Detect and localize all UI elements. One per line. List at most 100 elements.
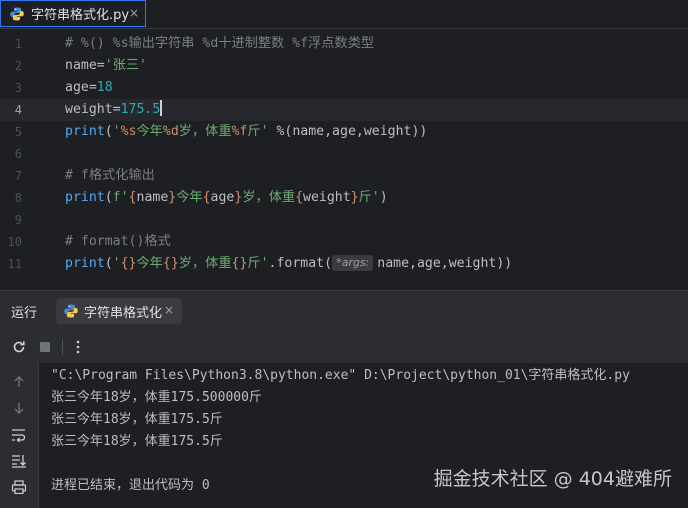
code-text: print('{}今年{}岁，体重{}斤'.format(*args: name,… xyxy=(65,253,512,275)
code-token: ( xyxy=(104,190,113,205)
more-options-icon[interactable] xyxy=(68,337,88,357)
run-side-toolbar xyxy=(0,363,39,508)
editor-tab-label: 字符串格式化.py xyxy=(31,8,130,23)
line-number: 4 xyxy=(14,103,22,117)
line-number: 11 xyxy=(7,257,22,271)
console-line: 进程已结束，退出代码为 0 xyxy=(51,478,210,493)
toolbar-divider xyxy=(62,339,63,355)
code-token: 175.5 xyxy=(120,102,161,117)
code-line[interactable]: 3 age=18 xyxy=(0,77,688,99)
code-token: %s xyxy=(120,124,137,139)
code-token: .format( xyxy=(268,256,333,271)
code-token: { xyxy=(128,190,137,205)
python-file-icon xyxy=(9,6,25,22)
print-icon[interactable] xyxy=(9,477,29,497)
soft-wrap-icon[interactable] xyxy=(9,425,29,445)
code-token: print xyxy=(65,124,105,139)
code-token: %f xyxy=(231,124,248,139)
run-config-tab-label: 字符串格式化 xyxy=(84,305,163,321)
console-output[interactable]: 进程已结束，退出代码为 0 张三今年18岁，体重175.5斤 张三今年18岁，体重1… xyxy=(39,363,688,508)
code-line[interactable]: 2 name='张三' xyxy=(0,55,688,77)
run-panel-title[interactable]: 运行 xyxy=(11,302,37,321)
code-token: {} xyxy=(120,256,137,271)
code-token: ' xyxy=(112,124,121,139)
run-panel-body: 进程已结束，退出代码为 0 张三今年18岁，体重175.5斤 张三今年18岁，体重1… xyxy=(0,363,688,508)
code-text: print('%s今年%d岁，体重%f斤' %(name,age,weight)… xyxy=(65,121,427,143)
code-editor[interactable]: 1 # %() %s输出字符串 %d十进制整数 %f浮点数类型 2 name='张三'… xyxy=(0,29,688,286)
code-token: name,age,weight)) xyxy=(377,256,513,271)
code-token: 斤' xyxy=(358,190,380,205)
scroll-down-icon[interactable] xyxy=(9,398,29,418)
code-token: f' xyxy=(112,190,129,205)
code-token: 18 xyxy=(96,80,113,95)
code-line[interactable]: 7 # f格式化输出 xyxy=(0,165,688,187)
code-token: 今年 xyxy=(136,124,163,139)
close-icon[interactable]: × xyxy=(129,6,139,20)
line-number: 2 xyxy=(14,59,22,73)
code-text: print(f'{name}今年{age}岁，体重{weight}斤') xyxy=(65,187,388,209)
line-number: 10 xyxy=(7,235,22,249)
code-token: # format()格式 xyxy=(65,234,171,249)
code-text: # %() %s输出字符串 %d十进制整数 %f浮点数类型 xyxy=(65,33,374,55)
code-text: name='张三' xyxy=(65,55,147,77)
stop-icon[interactable] xyxy=(35,337,55,357)
code-text: # f格式化输出 xyxy=(65,165,155,187)
line-number: 7 xyxy=(14,169,22,183)
rerun-icon[interactable] xyxy=(9,337,29,357)
code-token: 今年 xyxy=(176,190,203,205)
run-config-tab[interactable]: 字符串格式化 × xyxy=(56,298,182,324)
editor-tab-active[interactable]: 字符串格式化.py × xyxy=(0,0,146,27)
editor-tab-bar: 字符串格式化.py × xyxy=(0,0,688,29)
code-token: 斤' xyxy=(247,124,277,139)
parameter-hint: *args: xyxy=(332,255,374,271)
code-token: 今年 xyxy=(136,256,163,271)
text-caret xyxy=(160,100,163,116)
code-line[interactable]: 9 xyxy=(0,209,688,231)
code-token: 岁，体重 xyxy=(242,190,296,205)
code-token: weight xyxy=(303,190,351,205)
code-token: ) xyxy=(379,190,388,205)
close-icon[interactable]: × xyxy=(164,303,174,317)
code-token: { xyxy=(202,190,211,205)
code-token: weight= xyxy=(65,102,121,117)
line-number: 1 xyxy=(14,37,22,51)
python-file-icon xyxy=(63,303,79,319)
code-token: ( xyxy=(104,124,113,139)
code-line[interactable]: 6 xyxy=(0,143,688,165)
code-line[interactable]: 5 print('%s今年%d岁，体重%f斤' %(name,age,weight… xyxy=(0,121,688,143)
code-token: age xyxy=(210,190,235,205)
code-token: 斤' xyxy=(247,256,269,271)
code-text: # format()格式 xyxy=(65,231,171,253)
console-line: 张三今年18岁，体重175.5斤 xyxy=(51,434,223,449)
line-number: 9 xyxy=(14,213,22,227)
code-token: age= xyxy=(65,80,97,95)
code-token: %(name,age,weight)) xyxy=(276,124,428,139)
code-line[interactable]: 8 print(f'{name}今年{age}岁，体重{weight}斤') xyxy=(0,187,688,209)
code-token: # f格式化输出 xyxy=(65,168,155,183)
line-number: 6 xyxy=(14,147,22,161)
scroll-up-icon[interactable] xyxy=(9,372,29,392)
code-token: %d xyxy=(162,124,179,139)
line-number: 8 xyxy=(14,191,22,205)
code-token: { xyxy=(295,190,304,205)
code-line[interactable]: 4 weight=175.5 xyxy=(0,99,688,121)
code-token: print xyxy=(65,256,105,271)
scroll-to-end-icon[interactable] xyxy=(9,451,29,471)
code-token: } xyxy=(350,190,359,205)
code-token: ( xyxy=(104,256,113,271)
console-line: 张三今年18岁，体重175.500000斤 xyxy=(51,390,262,405)
code-token: 岁，体重 xyxy=(178,124,232,139)
code-token: # %() %s输出字符串 %d十进制整数 %f浮点数类型 xyxy=(65,36,374,51)
code-line[interactable]: 10 # format()格式 xyxy=(0,231,688,253)
code-token: 岁，体重 xyxy=(178,256,232,271)
code-token: ' xyxy=(112,256,121,271)
code-text: age=18 xyxy=(65,77,113,99)
code-token: name xyxy=(136,190,169,205)
code-line[interactable]: 1 # %() %s输出字符串 %d十进制整数 %f浮点数类型 xyxy=(0,33,688,55)
run-panel-header: 运行 字符串格式化 × xyxy=(0,290,688,331)
line-number: 3 xyxy=(14,81,22,95)
code-line[interactable]: 11 print('{}今年{}岁，体重{}斤'.format(*args: nam… xyxy=(0,253,688,275)
code-token: {} xyxy=(231,256,248,271)
watermark-text: 掘金技术社区 @ 404避难所 xyxy=(433,468,672,490)
run-toolbar xyxy=(0,331,688,363)
